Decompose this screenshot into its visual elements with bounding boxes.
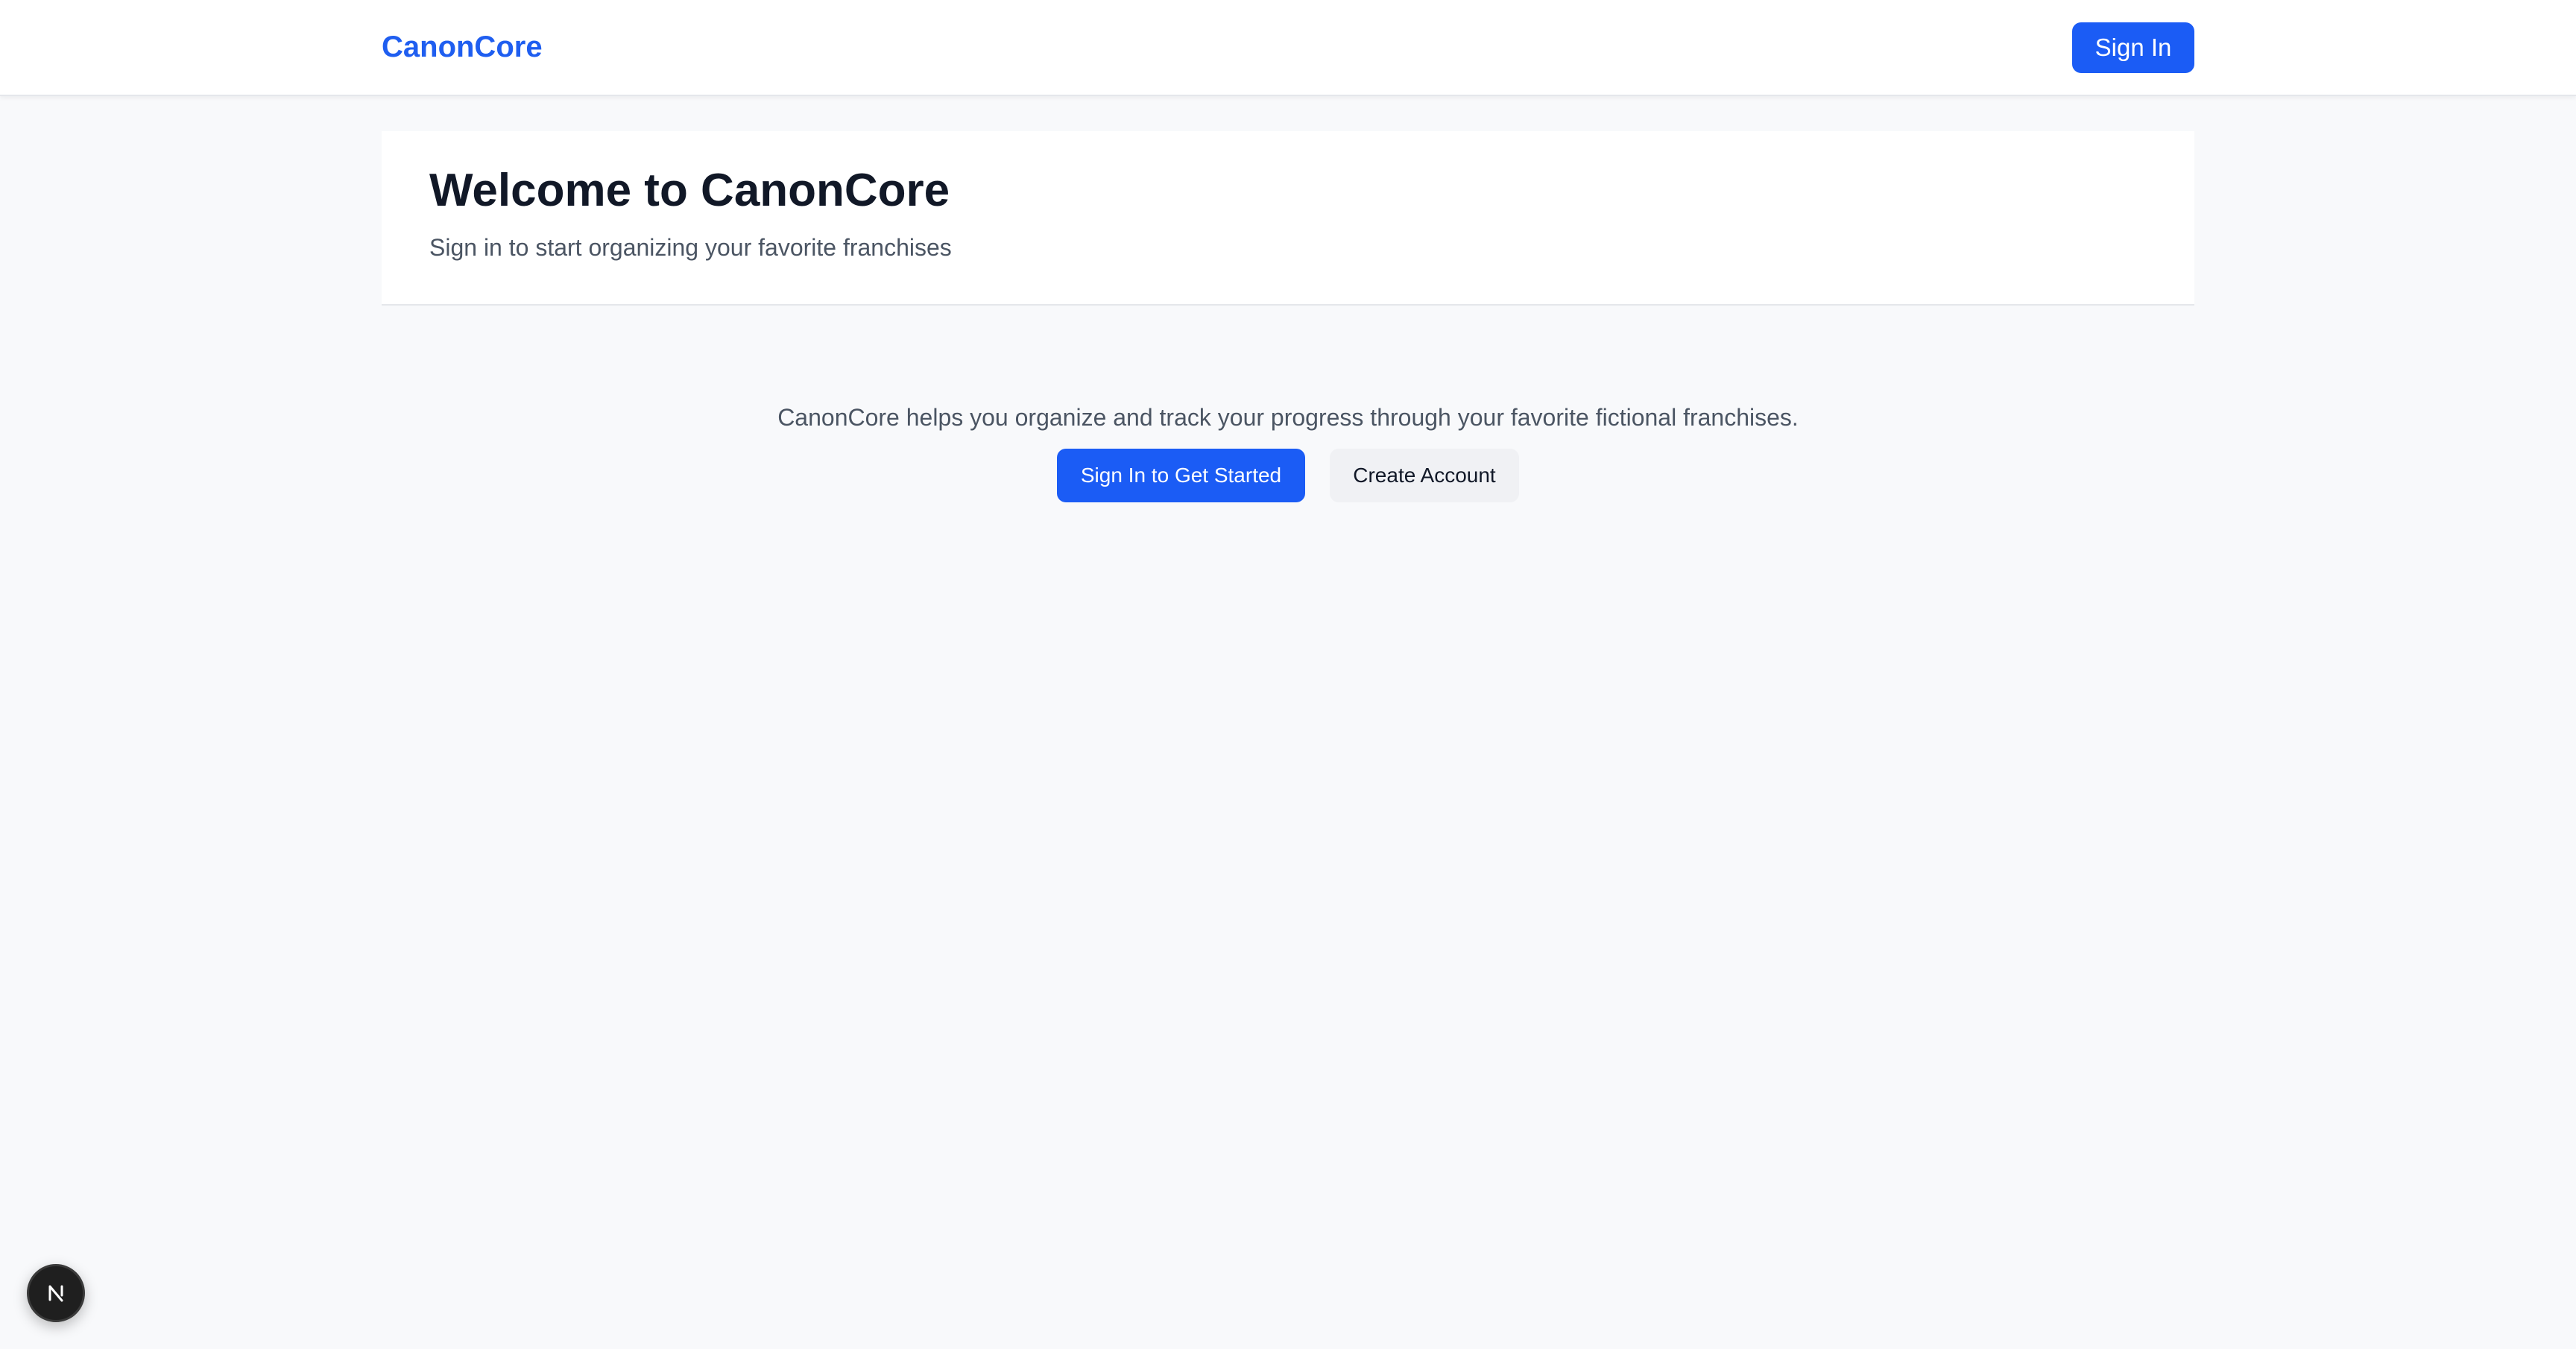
- header-sign-in-button[interactable]: Sign In: [2072, 22, 2194, 73]
- sign-in-get-started-button[interactable]: Sign In to Get Started: [1057, 449, 1305, 502]
- intro-description: CanonCore helps you organize and track y…: [777, 404, 1799, 431]
- page-subtitle: Sign in to start organizing your favorit…: [429, 234, 952, 261]
- create-account-button[interactable]: Create Account: [1330, 449, 1519, 502]
- page-title: Welcome to CanonCore: [429, 165, 950, 216]
- nextjs-dev-tools-button[interactable]: [27, 1264, 85, 1322]
- nextjs-logo-icon: [48, 1285, 63, 1302]
- top-navigation-bar: CanonCore Sign In: [0, 0, 2576, 96]
- brand-logo-link[interactable]: CanonCore: [382, 28, 543, 66]
- welcome-header-panel: Welcome to CanonCore Sign in to start or…: [382, 131, 2194, 306]
